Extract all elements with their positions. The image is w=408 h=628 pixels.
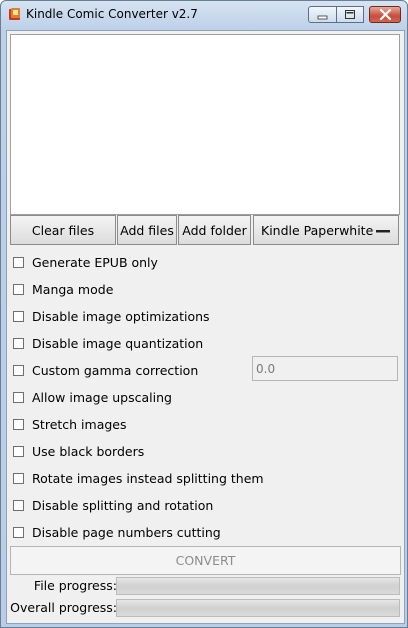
option-label: Disable image optimizations xyxy=(32,308,210,324)
device-select[interactable]: Kindle Paperwhite xyxy=(253,215,399,245)
file-progress-bar xyxy=(116,577,400,595)
option-label: Rotate images instead splitting them xyxy=(32,470,264,486)
option-label: Stretch images xyxy=(32,416,127,432)
dropdown-icon xyxy=(376,230,390,233)
checkbox[interactable] xyxy=(13,256,24,268)
app-window: Kindle Comic Converter v2.7 Clear files … xyxy=(0,0,408,628)
option-label: Use black borders xyxy=(32,443,145,459)
convert-button[interactable]: CONVERT xyxy=(10,546,401,575)
overall-progress-label: Overall progress: xyxy=(10,600,117,615)
close-button[interactable] xyxy=(369,6,401,23)
option-disable-optimizations[interactable]: Disable image optimizations xyxy=(13,306,210,326)
checkbox[interactable] xyxy=(13,472,24,484)
add-files-label: Add files xyxy=(120,222,174,238)
option-label: Allow image upscaling xyxy=(32,389,172,405)
option-disable-quantization[interactable]: Disable image quantization xyxy=(13,333,203,353)
gamma-input[interactable]: 0.0 xyxy=(252,356,398,381)
kcc-app-icon xyxy=(9,8,20,20)
checkbox[interactable] xyxy=(13,418,24,430)
maximize-icon xyxy=(345,10,355,19)
maximize-button[interactable] xyxy=(337,6,364,23)
file-progress-label: File progress: xyxy=(33,578,117,593)
option-label: Manga mode xyxy=(32,281,114,297)
close-icon xyxy=(379,8,392,21)
clear-files-button[interactable]: Clear files xyxy=(10,215,116,245)
option-manga-mode[interactable]: Manga mode xyxy=(13,279,113,299)
checkbox[interactable] xyxy=(13,283,24,295)
option-stretch-images[interactable]: Stretch images xyxy=(13,414,127,434)
option-label: Generate EPUB only xyxy=(32,254,158,270)
add-folder-label: Add folder xyxy=(182,222,247,238)
gamma-value: 0.0 xyxy=(256,361,276,376)
checkbox[interactable] xyxy=(13,337,24,349)
clear-files-label: Clear files xyxy=(31,222,95,238)
device-select-value: Kindle Paperwhite xyxy=(261,222,374,238)
checkbox[interactable] xyxy=(13,499,24,511)
window-title: Kindle Comic Converter v2.7 xyxy=(26,7,198,21)
convert-label: CONVERT xyxy=(175,553,236,568)
option-label: Disable page numbers cutting xyxy=(32,524,221,540)
add-files-button[interactable]: Add files xyxy=(117,215,177,245)
option-custom-gamma[interactable]: Custom gamma correction xyxy=(13,360,198,380)
option-generate-epub[interactable]: Generate EPUB only xyxy=(13,252,158,272)
option-rotate-images[interactable]: Rotate images instead splitting them xyxy=(13,468,264,488)
option-disable-page-numbers-cutting[interactable]: Disable page numbers cutting xyxy=(13,522,221,542)
option-black-borders[interactable]: Use black borders xyxy=(13,441,144,461)
option-allow-upscaling[interactable]: Allow image upscaling xyxy=(13,387,172,407)
checkbox[interactable] xyxy=(13,445,24,457)
option-label: Disable splitting and rotation xyxy=(32,497,214,513)
minimize-icon xyxy=(317,15,328,20)
title-bar[interactable]: Kindle Comic Converter v2.7 xyxy=(1,1,407,29)
file-list[interactable] xyxy=(10,34,400,215)
overall-progress-bar xyxy=(116,599,400,617)
checkbox[interactable] xyxy=(13,391,24,403)
option-disable-splitting[interactable]: Disable splitting and rotation xyxy=(13,495,213,515)
checkbox[interactable] xyxy=(13,364,24,376)
checkbox[interactable] xyxy=(13,526,24,538)
option-label: Custom gamma correction xyxy=(32,362,199,378)
main-panel: Clear files Add files Add folder Kindle … xyxy=(6,30,405,624)
add-folder-button[interactable]: Add folder xyxy=(178,215,251,245)
checkbox[interactable] xyxy=(13,310,24,322)
minimize-button[interactable] xyxy=(308,6,337,23)
option-label: Disable image quantization xyxy=(32,335,204,351)
